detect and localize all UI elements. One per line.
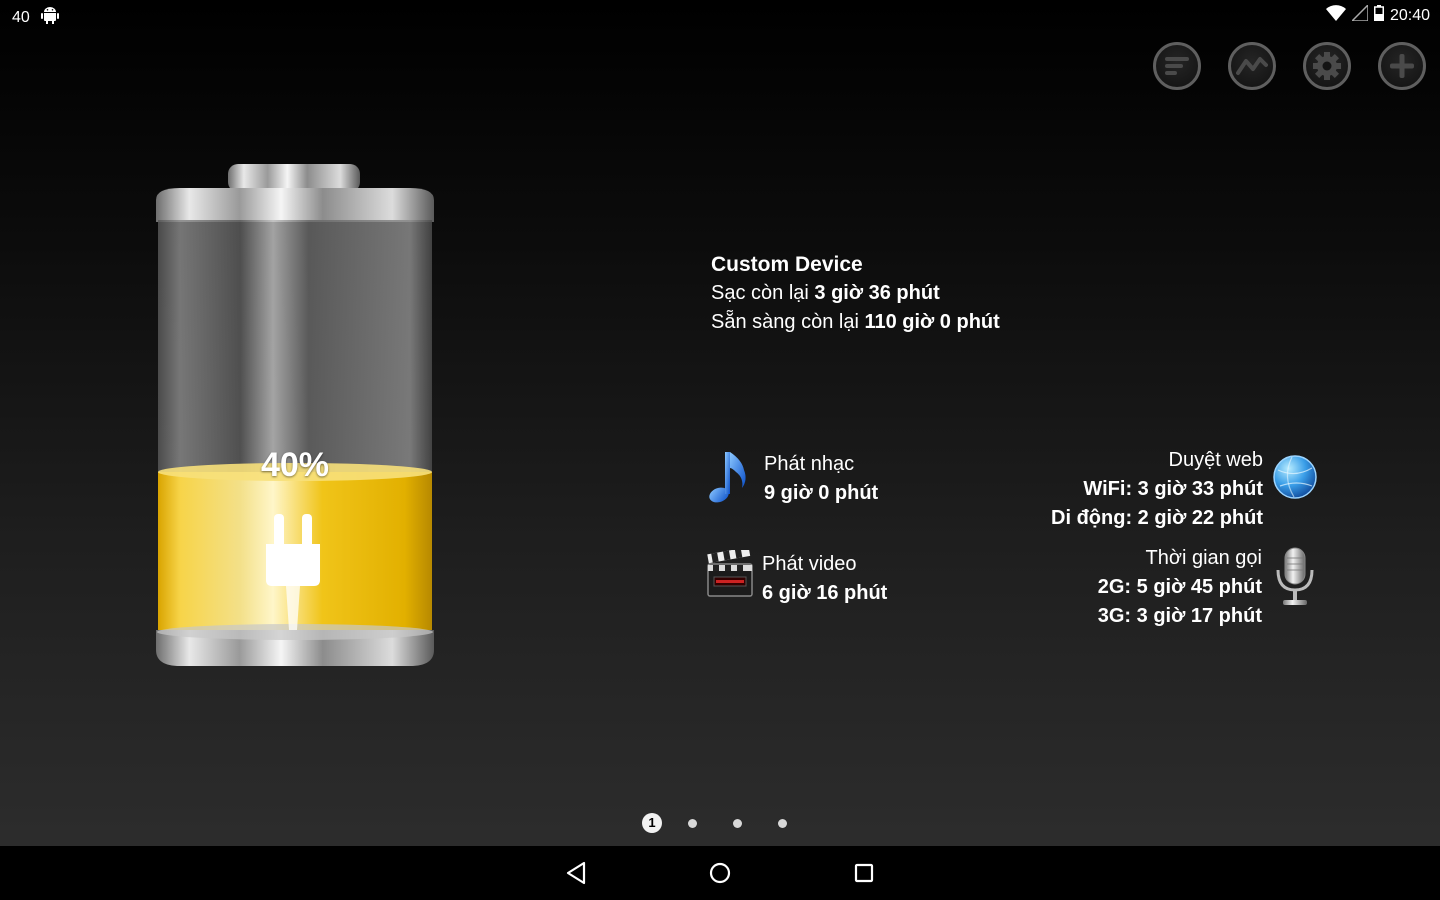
video-value: 6 giờ 16 phút — [762, 582, 888, 604]
standby-label: Sẵn sàng còn lại — [711, 311, 865, 333]
page-dot-active[interactable]: 1 — [642, 813, 662, 833]
page-dot[interactable] — [688, 818, 697, 828]
back-button[interactable] — [564, 860, 590, 886]
clapperboard-icon — [706, 547, 756, 610]
charge-remaining: Sạc còn lại 3 giờ 36 phút — [711, 279, 1000, 308]
charge-label: Sạc còn lại — [711, 282, 815, 304]
call-label: Thời gian gọi — [1145, 547, 1262, 569]
battery-graphic: 40% — [150, 160, 440, 670]
standby-value: 110 giờ 0 phút — [864, 311, 1000, 333]
music-label: Phát nhạc — [764, 453, 855, 475]
web-wifi-value: WiFi: 3 giờ 33 phút — [1083, 478, 1263, 500]
device-name: Custom Device — [711, 253, 863, 276]
settings-button[interactable] — [1303, 42, 1351, 90]
microphone-icon — [1274, 546, 1316, 613]
android-icon — [40, 5, 60, 30]
web-label: Duyệt web — [1168, 449, 1264, 471]
list-button[interactable] — [1153, 42, 1201, 90]
status-time: 20:40 — [1389, 6, 1430, 24]
globe-icon — [1272, 454, 1318, 505]
action-bar — [1153, 42, 1426, 90]
home-button[interactable] — [707, 860, 733, 886]
navigation-bar — [0, 846, 1440, 900]
chart-icon — [1236, 57, 1268, 75]
status-bar: 40 20:40 — [0, 0, 1440, 30]
music-usage: Phát nhạc 9 giờ 0 phút — [708, 450, 878, 510]
charge-value: 3 giờ 36 phút — [814, 282, 940, 304]
recents-button[interactable] — [851, 860, 877, 886]
chart-button[interactable] — [1228, 42, 1276, 90]
add-button[interactable] — [1378, 42, 1426, 90]
signal-icon — [1350, 3, 1369, 26]
recents-icon — [854, 863, 874, 883]
web-mobile-value: Di động: 2 giờ 22 phút — [1051, 507, 1263, 529]
standby-remaining: Sẵn sàng còn lại 110 giờ 0 phút — [711, 308, 1000, 337]
music-value: 9 giờ 0 phút — [764, 482, 879, 504]
battery-status-icon — [1373, 5, 1384, 26]
back-icon — [566, 861, 586, 885]
list-icon — [1165, 57, 1189, 75]
video-usage: Phát video 6 giờ 16 phút — [706, 547, 888, 610]
web-usage: Duyệt web WiFi: 3 giờ 33 phút Di động: 2… — [1051, 446, 1263, 533]
page-dot[interactable] — [778, 818, 787, 828]
battery-app-screen: 40 20:40 40% Custom Device Sạc còn lại 3… — [0, 0, 1440, 900]
call-usage: Thời gian gọi 2G: 5 giờ 45 phút 3G: 3 gi… — [1098, 544, 1262, 631]
music-note-icon — [708, 450, 758, 510]
battery-percent: 40% — [260, 446, 330, 484]
video-label: Phát video — [762, 553, 857, 575]
page-dot[interactable] — [733, 818, 742, 828]
call-3g-value: 3G: 3 giờ 17 phút — [1097, 605, 1262, 627]
status-battery-level: 40 — [12, 8, 30, 26]
device-info: Custom Device Sạc còn lại 3 giờ 36 phút … — [711, 250, 1000, 337]
plus-icon — [1390, 54, 1414, 78]
call-2g-value: 2G: 5 giờ 45 phút — [1097, 576, 1262, 598]
page-indicator: 1 — [642, 813, 823, 833]
home-icon — [709, 862, 731, 884]
gear-icon — [1313, 52, 1341, 80]
wifi-icon — [1325, 5, 1346, 26]
